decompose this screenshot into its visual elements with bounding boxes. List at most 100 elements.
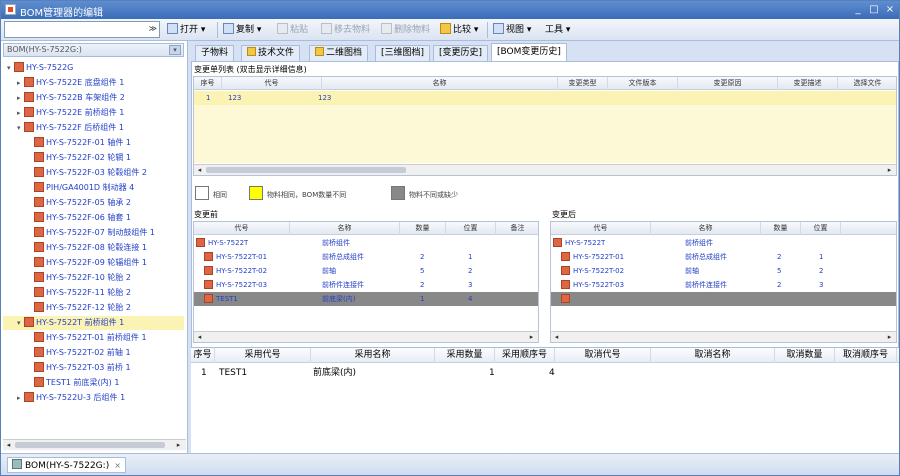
expanded-icon[interactable]: ▾: [17, 121, 24, 135]
tree-node[interactable]: HY-S-7522F-07 制动鼓组件 1: [3, 226, 184, 240]
tree-node[interactable]: HY-S-7522T-03 前桥 1: [3, 361, 184, 375]
scroll-right-icon[interactable]: ▸: [884, 165, 895, 175]
tab-change-history[interactable]: [变更历史]: [433, 45, 489, 61]
table-row[interactable]: HY-S-7522T-02 前轴 5 2: [194, 264, 538, 278]
chevron-down-icon[interactable]: ≫: [149, 24, 157, 33]
tree-node[interactable]: PIH/GA4001D 制动器 4: [3, 181, 184, 195]
move-material-button[interactable]: 移去物料: [321, 22, 370, 38]
scroll-left-icon[interactable]: ◂: [3, 440, 14, 450]
tree-node[interactable]: ▾ HY-S-7522F 后桥组件 1: [3, 121, 184, 135]
col-change-reason[interactable]: 变更原因: [678, 77, 778, 90]
col-change-desc[interactable]: 变更描述: [778, 77, 838, 90]
col-adopt-name[interactable]: 采用名称: [311, 348, 435, 363]
tree-node[interactable]: ▾ HY-S-7522T 前桥组件 1: [3, 316, 184, 330]
table-row[interactable]: HY-S-7522T-02 前轴 5 2: [551, 264, 896, 278]
col-remark[interactable]: 备注: [496, 222, 538, 235]
tree-collapse-button[interactable]: ▾: [169, 45, 181, 55]
col-seq[interactable]: 序号: [194, 77, 222, 90]
col-file-version[interactable]: 文件版本: [608, 77, 678, 90]
before-hscrollbar[interactable]: ◂ ▸: [194, 331, 538, 342]
col-cancel-name[interactable]: 取消名称: [651, 348, 775, 363]
document-tab[interactable]: BOM(HY-S-7522G:) ×: [7, 457, 126, 473]
expanded-icon[interactable]: ▾: [7, 61, 14, 75]
table-row[interactable]: HY-S-7522T-03 前桥件连接件 2 3: [194, 278, 538, 292]
col-name[interactable]: 名称: [651, 222, 761, 235]
tree-node[interactable]: HY-S-7522T-02 前轴 1: [3, 346, 184, 360]
tree-node[interactable]: HY-S-7522F-06 轴套 1: [3, 211, 184, 225]
expand-icon[interactable]: ▸: [17, 391, 24, 405]
col-name[interactable]: 名称: [322, 77, 558, 90]
copy-button[interactable]: 复制 ▾: [223, 22, 261, 38]
scroll-left-icon[interactable]: ◂: [194, 332, 205, 342]
tree-node[interactable]: TEST1 前底梁(内) 1: [3, 376, 184, 390]
expand-icon[interactable]: ▸: [17, 106, 24, 120]
tree-node[interactable]: ▸ HY-S-7522B 车架组件 2: [3, 91, 184, 105]
tab-3d-drawings[interactable]: [三维图档]: [375, 45, 431, 61]
tree-node[interactable]: HY-S-7522F-08 轮毂连接 1: [3, 241, 184, 255]
col-cancel-code[interactable]: 取消代号: [555, 348, 651, 363]
col-select-file[interactable]: 选择文件: [838, 77, 896, 90]
col-position[interactable]: 位置: [446, 222, 496, 235]
expand-icon[interactable]: ▸: [17, 91, 24, 105]
scroll-thumb[interactable]: [15, 442, 165, 448]
col-cancel-order[interactable]: 取消顺序号: [835, 348, 897, 363]
tree-node[interactable]: ▸ HY-S-7522E 底盘组件 1: [3, 76, 184, 90]
maximize-button[interactable]: □: [867, 3, 881, 16]
scroll-thumb[interactable]: [206, 167, 406, 173]
scroll-right-icon[interactable]: ▸: [884, 332, 895, 342]
tree-node[interactable]: HY-S-7522F-03 轮毂组件 2: [3, 166, 184, 180]
tree-node[interactable]: HY-S-7522F-10 轮胎 2: [3, 271, 184, 285]
tree-node[interactable]: HY-S-7522F-12 轮胎 2: [3, 301, 184, 315]
minimize-button[interactable]: _: [851, 3, 865, 16]
col-change-type[interactable]: 变更类型: [558, 77, 608, 90]
col-code[interactable]: 代号: [222, 77, 322, 90]
col-seq[interactable]: 序号: [191, 348, 215, 363]
col-code[interactable]: 代号: [194, 222, 290, 235]
col-adopt-order[interactable]: 采用顺序号: [495, 348, 555, 363]
table-row[interactable]: HY-S-7522T-01 前桥总成组件 2 1: [194, 250, 538, 264]
col-qty[interactable]: 数量: [761, 222, 801, 235]
table-row[interactable]: HY-S-7522T-03 前桥件连接件 2 3: [551, 278, 896, 292]
tree-node[interactable]: HY-S-7522F-09 轮辐组件 1: [3, 256, 184, 270]
tree-node[interactable]: ▾ HY-S-7522G: [3, 61, 184, 75]
col-qty[interactable]: 数量: [400, 222, 446, 235]
col-cancel-qty[interactable]: 取消数量: [775, 348, 835, 363]
table-row[interactable]: HY-S-7522T-01 前桥总成组件 2 1: [551, 250, 896, 264]
scroll-right-icon[interactable]: ▸: [526, 332, 537, 342]
table-row[interactable]: 1 123 123: [194, 91, 896, 105]
tab-tech-docs[interactable]: 技术文件: [241, 45, 301, 61]
change-list-hscrollbar[interactable]: ◂ ▸: [194, 164, 896, 175]
tools-button[interactable]: 工具 ▾: [545, 22, 570, 38]
expanded-icon[interactable]: ▾: [17, 316, 24, 330]
tree-node[interactable]: HY-S-7522F-02 轮辋 1: [3, 151, 184, 165]
tab-sub-materials[interactable]: 子物料: [195, 45, 235, 61]
col-position[interactable]: 位置: [801, 222, 841, 235]
col-adopt-qty[interactable]: 采用数量: [435, 348, 495, 363]
delete-material-button[interactable]: 删除物料: [381, 22, 430, 38]
tab-bom-change-history[interactable]: [BOM变更历史]: [491, 43, 567, 61]
after-hscrollbar[interactable]: ◂ ▸: [551, 331, 896, 342]
scroll-left-icon[interactable]: ◂: [551, 332, 562, 342]
tab-2d-drawings[interactable]: 二维图档: [309, 45, 369, 61]
tree-node[interactable]: HY-S-7522F-05 轴承 2: [3, 196, 184, 210]
table-row[interactable]: HY-S-7522T 前桥组件: [194, 236, 538, 250]
table-row[interactable]: [551, 292, 896, 306]
tree-node[interactable]: ▸ HY-S-7522E 前桥组件 1: [3, 106, 184, 120]
tree-node[interactable]: HY-S-7522T-01 前桥组件 1: [3, 331, 184, 345]
paste-button[interactable]: 粘贴: [277, 22, 308, 38]
tree-node[interactable]: HY-S-7522F-11 轮胎 2: [3, 286, 184, 300]
expand-icon[interactable]: ▸: [17, 76, 24, 90]
compare-button[interactable]: 比较 ▾: [440, 22, 478, 38]
tree-node[interactable]: ▸ HY-S-7522U-3 后组件 1: [3, 391, 184, 405]
scroll-right-icon[interactable]: ▸: [173, 440, 184, 450]
close-button[interactable]: ×: [883, 3, 897, 16]
col-adopt-code[interactable]: 采用代号: [215, 348, 311, 363]
scroll-left-icon[interactable]: ◂: [194, 165, 205, 175]
close-tab-icon[interactable]: ×: [114, 461, 121, 470]
tree-node[interactable]: HY-S-7522F-01 轴件 1: [3, 136, 184, 150]
col-code[interactable]: 代号: [551, 222, 651, 235]
bom-selector-combo[interactable]: ≫: [4, 21, 160, 38]
table-row[interactable]: HY-S-7522T 前桥组件: [551, 236, 896, 250]
tree-hscrollbar[interactable]: ◂ ▸: [3, 439, 186, 450]
table-row[interactable]: TEST1 前底梁(内) 1 4: [194, 292, 538, 306]
